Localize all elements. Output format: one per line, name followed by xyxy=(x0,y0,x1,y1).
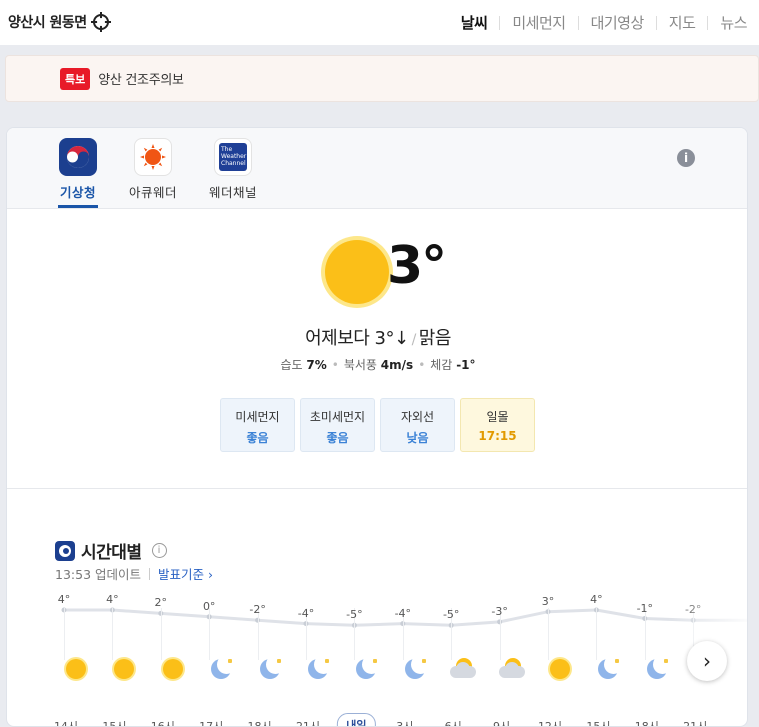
hour-label: 18시 xyxy=(634,720,659,727)
basis-link[interactable]: 발표기준 › xyxy=(158,564,213,583)
hour-label: 3시 xyxy=(396,720,414,727)
hourly-header: 시간대별 i xyxy=(55,538,167,563)
hour-label: 9시 xyxy=(493,720,511,727)
hour-temp: 4° xyxy=(57,593,71,606)
hour-label: 17시 xyxy=(199,720,224,727)
moon-icon xyxy=(402,655,430,682)
accuweather-logo-icon xyxy=(134,138,172,176)
hour-gridline xyxy=(548,608,549,660)
sun-icon xyxy=(111,656,137,682)
tab-weather[interactable]: 날씨 xyxy=(449,12,500,33)
ultrafine-dust-box[interactable]: 초미세먼지 좋음 xyxy=(300,398,375,452)
hour-temp: 4° xyxy=(590,593,603,606)
hour-gridline xyxy=(596,608,598,660)
hour-label: 16시 xyxy=(150,720,175,727)
moon-icon xyxy=(305,655,333,682)
hour-label: 15시 xyxy=(586,720,611,727)
hour-temp: 4° xyxy=(106,593,119,606)
provider-tab-weather-channel[interactable]: The Weather Channel 웨더채널 xyxy=(193,138,273,201)
moon-icon xyxy=(208,655,237,682)
wind-value: 4m/s xyxy=(380,358,414,372)
section-divider xyxy=(7,488,747,489)
hour-label: 21시 xyxy=(295,720,321,727)
kma-logo-icon xyxy=(59,138,97,176)
hour-label: 15시 xyxy=(102,720,127,727)
sun-icon xyxy=(325,240,389,304)
hour-label: 6시 xyxy=(444,720,462,727)
tomorrow-marker: 내일 xyxy=(337,713,376,726)
hour-temp: -4° xyxy=(297,606,315,620)
sun-icon xyxy=(63,656,89,682)
hour-temp: 0° xyxy=(202,599,216,613)
hour-gridline xyxy=(112,608,114,660)
info-icon[interactable]: i xyxy=(151,543,167,558)
crosshair-icon[interactable] xyxy=(90,12,111,32)
tab-news[interactable]: 뉴스 xyxy=(708,12,759,33)
weather-condition: 맑음 xyxy=(418,328,452,349)
provider-label: 웨더채널 xyxy=(208,185,257,200)
hourly-forecast: 4° 14시 4° 15시 2° 16시 0° 17시 -2° 18시 -4° 21시 -5° 내일 -4°… xyxy=(7,590,747,727)
hour-temp: -2° xyxy=(249,603,266,617)
top-tabs: 날씨 미세먼지 대기영상 지도 뉴스 xyxy=(449,12,759,33)
current-temperature: 3° xyxy=(387,236,447,296)
hourly-title: 시간대별 xyxy=(81,543,142,563)
top-bar: 양산시 원동면 날씨 미세먼지 대기영상 지도 뉴스 xyxy=(0,0,759,45)
humidity-value: 7% xyxy=(306,358,327,372)
weather-summary: 어제보다 3°↓ / 맑음 xyxy=(305,328,452,349)
hour-gridline xyxy=(209,608,211,660)
hour-label: 21시 xyxy=(683,720,708,727)
tab-fine-dust[interactable]: 미세먼지 xyxy=(500,12,577,33)
hour-label: 12시 xyxy=(537,720,563,727)
hour-temp: -5° xyxy=(442,608,460,622)
next-arrow-button[interactable]: › xyxy=(687,641,727,681)
tab-map[interactable]: 지도 xyxy=(657,12,708,33)
info-icon[interactable]: i xyxy=(677,149,695,167)
cloud-sun-icon xyxy=(498,656,525,682)
sunset-box[interactable]: 일몰 17:15 xyxy=(460,398,535,452)
weather-channel-logo-icon: The Weather Channel xyxy=(214,138,252,176)
hour-temp: 3° xyxy=(541,594,555,608)
current-weather: 3° 어제보다 3°↓ / 맑음 습도 7% • 북서풍 4m/s • 체감 -1° 미세먼… xyxy=(7,210,747,488)
hour-temp: -1° xyxy=(636,601,654,615)
provider-tab-kma[interactable]: 기상청 xyxy=(38,138,118,201)
location-selector[interactable]: 양산시 원동면 xyxy=(8,12,111,32)
hour-temp: -3° xyxy=(491,604,508,618)
cloud-sun-icon xyxy=(450,656,477,682)
sun-icon xyxy=(547,656,573,682)
hour-gridline xyxy=(64,608,65,660)
fine-dust-box[interactable]: 미세먼지 좋음 xyxy=(220,398,295,452)
weather-card: 기상청 아큐웨더 The Weather Channel 웨더채널 i 3° 어… xyxy=(6,127,748,727)
summary-boxes: 미세먼지 좋음 초미세먼지 좋음 자외선 낮음 일몰 17:15 xyxy=(220,398,535,452)
moon-icon xyxy=(353,655,382,682)
weather-details: 습도 7% • 북서풍 4m/s • 체감 -1° xyxy=(280,358,476,372)
moon-icon xyxy=(595,655,624,682)
kma-logo-icon xyxy=(55,540,75,561)
provider-tabs: 기상청 아큐웨더 The Weather Channel 웨더채널 i xyxy=(7,128,747,209)
moon-icon xyxy=(257,655,285,682)
moon-icon xyxy=(644,655,672,682)
hour-temp: -5° xyxy=(346,608,363,622)
alert-text[interactable]: 양산 건조주의보 xyxy=(98,69,184,88)
location-name[interactable]: 양산시 원동면 xyxy=(8,12,87,32)
sun-icon xyxy=(160,656,186,682)
update-time: 13:53 업데이트 xyxy=(55,567,141,582)
hour-gridline xyxy=(160,608,162,660)
feels-like-value: -1° xyxy=(456,358,476,372)
hour-label: 18시 xyxy=(247,720,272,727)
hour-label: 14시 xyxy=(53,720,79,727)
provider-tab-accuweather[interactable]: 아큐웨더 xyxy=(113,138,193,201)
hour-gridline xyxy=(644,608,646,660)
active-provider-indicator xyxy=(58,205,98,208)
alert-badge: 특보 xyxy=(60,67,91,90)
hour-temp: -4° xyxy=(394,606,412,620)
provider-label: 기상청 xyxy=(59,185,96,200)
update-info: 13:53 업데이트 발표기준 › xyxy=(55,564,213,583)
provider-label: 아큐웨더 xyxy=(128,185,177,200)
uv-box[interactable]: 자외선 낮음 xyxy=(380,398,455,452)
temp-compare: 어제보다 3°↓ xyxy=(305,328,409,349)
tab-air-video[interactable]: 대기영상 xyxy=(579,12,656,33)
hour-temp: 2° xyxy=(154,596,168,610)
weather-alert-banner[interactable]: 특보 양산 건조주의보 xyxy=(5,55,759,102)
